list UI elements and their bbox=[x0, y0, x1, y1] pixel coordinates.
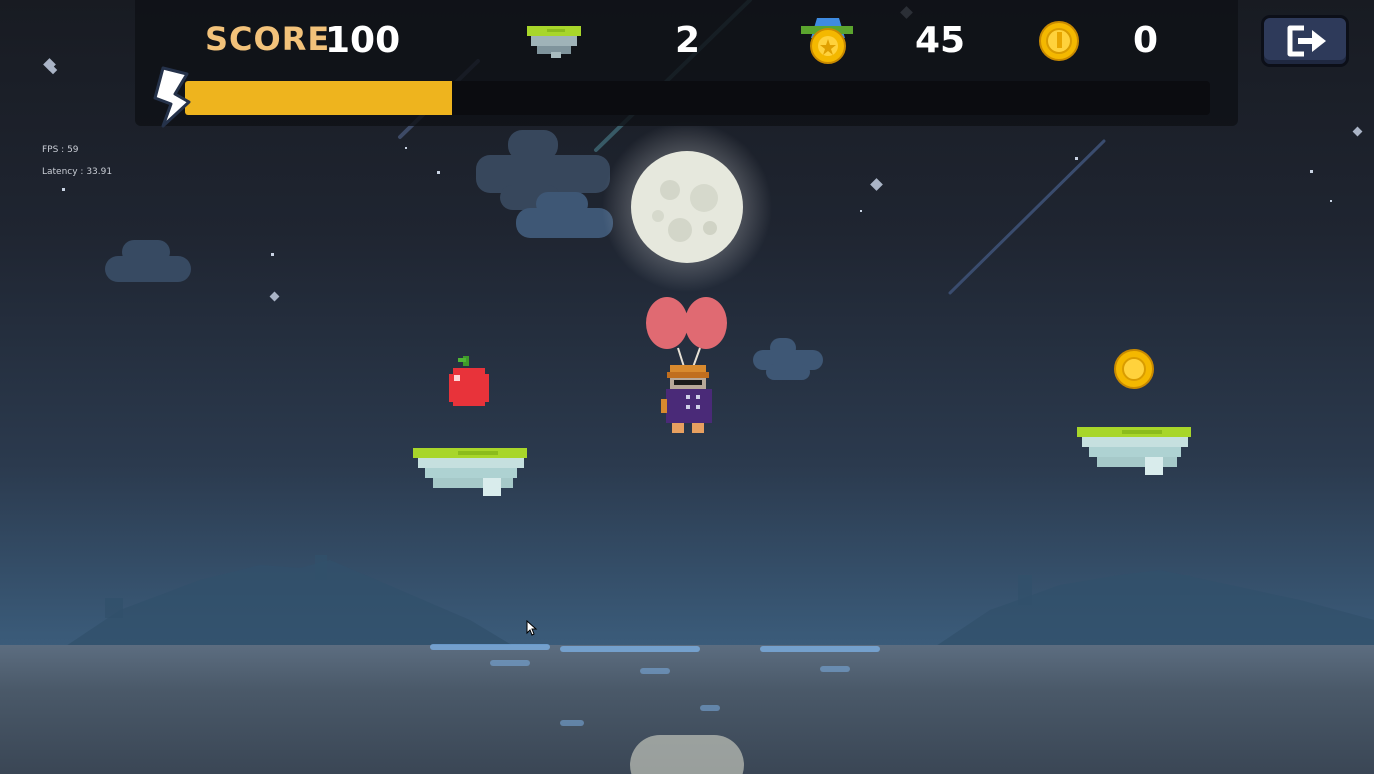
lightning-bolt-icon bbox=[153, 66, 191, 128]
coin-count: 0 bbox=[1133, 20, 1159, 61]
coin-icon bbox=[1039, 21, 1079, 61]
platform-count: 2 bbox=[675, 20, 701, 61]
water-reflection bbox=[760, 646, 880, 652]
game-scene: FPS : 59 Latency : 33.91 SCORE 100 2 45 … bbox=[0, 0, 1374, 774]
medal-count: 45 bbox=[915, 20, 966, 61]
mouse-cursor-icon bbox=[526, 620, 538, 636]
fps-readout: FPS : 59 bbox=[42, 145, 79, 155]
floating-platform-right bbox=[1077, 427, 1191, 475]
player-character bbox=[646, 297, 727, 433]
water-reflection bbox=[560, 646, 700, 652]
moon bbox=[602, 122, 772, 292]
floating-platform-left bbox=[413, 448, 527, 496]
energy-bar bbox=[185, 81, 1210, 115]
apple-pickup bbox=[449, 356, 489, 406]
latency-readout: Latency : 33.91 bbox=[42, 167, 113, 177]
exit-button[interactable] bbox=[1261, 15, 1349, 67]
platform-icon bbox=[527, 26, 581, 58]
water-reflection bbox=[640, 668, 670, 674]
hud-panel: SCORE 100 2 45 0 bbox=[135, 0, 1238, 128]
moon-reflection bbox=[630, 735, 744, 774]
medal-icon bbox=[801, 18, 853, 64]
water-reflection bbox=[430, 644, 550, 650]
exit-icon bbox=[1287, 25, 1326, 57]
cloud bbox=[766, 364, 810, 380]
cloud bbox=[516, 208, 613, 238]
cloud bbox=[105, 256, 191, 282]
score-label: SCORE bbox=[205, 20, 331, 58]
water-reflection bbox=[700, 705, 720, 711]
energy-bar-fill bbox=[185, 81, 452, 115]
mountains bbox=[60, 555, 1374, 650]
coin-pickup bbox=[1114, 349, 1154, 389]
water-reflection bbox=[490, 660, 530, 666]
score-value: 100 bbox=[325, 20, 401, 61]
water-reflection bbox=[560, 720, 584, 726]
water-reflection bbox=[820, 666, 850, 672]
